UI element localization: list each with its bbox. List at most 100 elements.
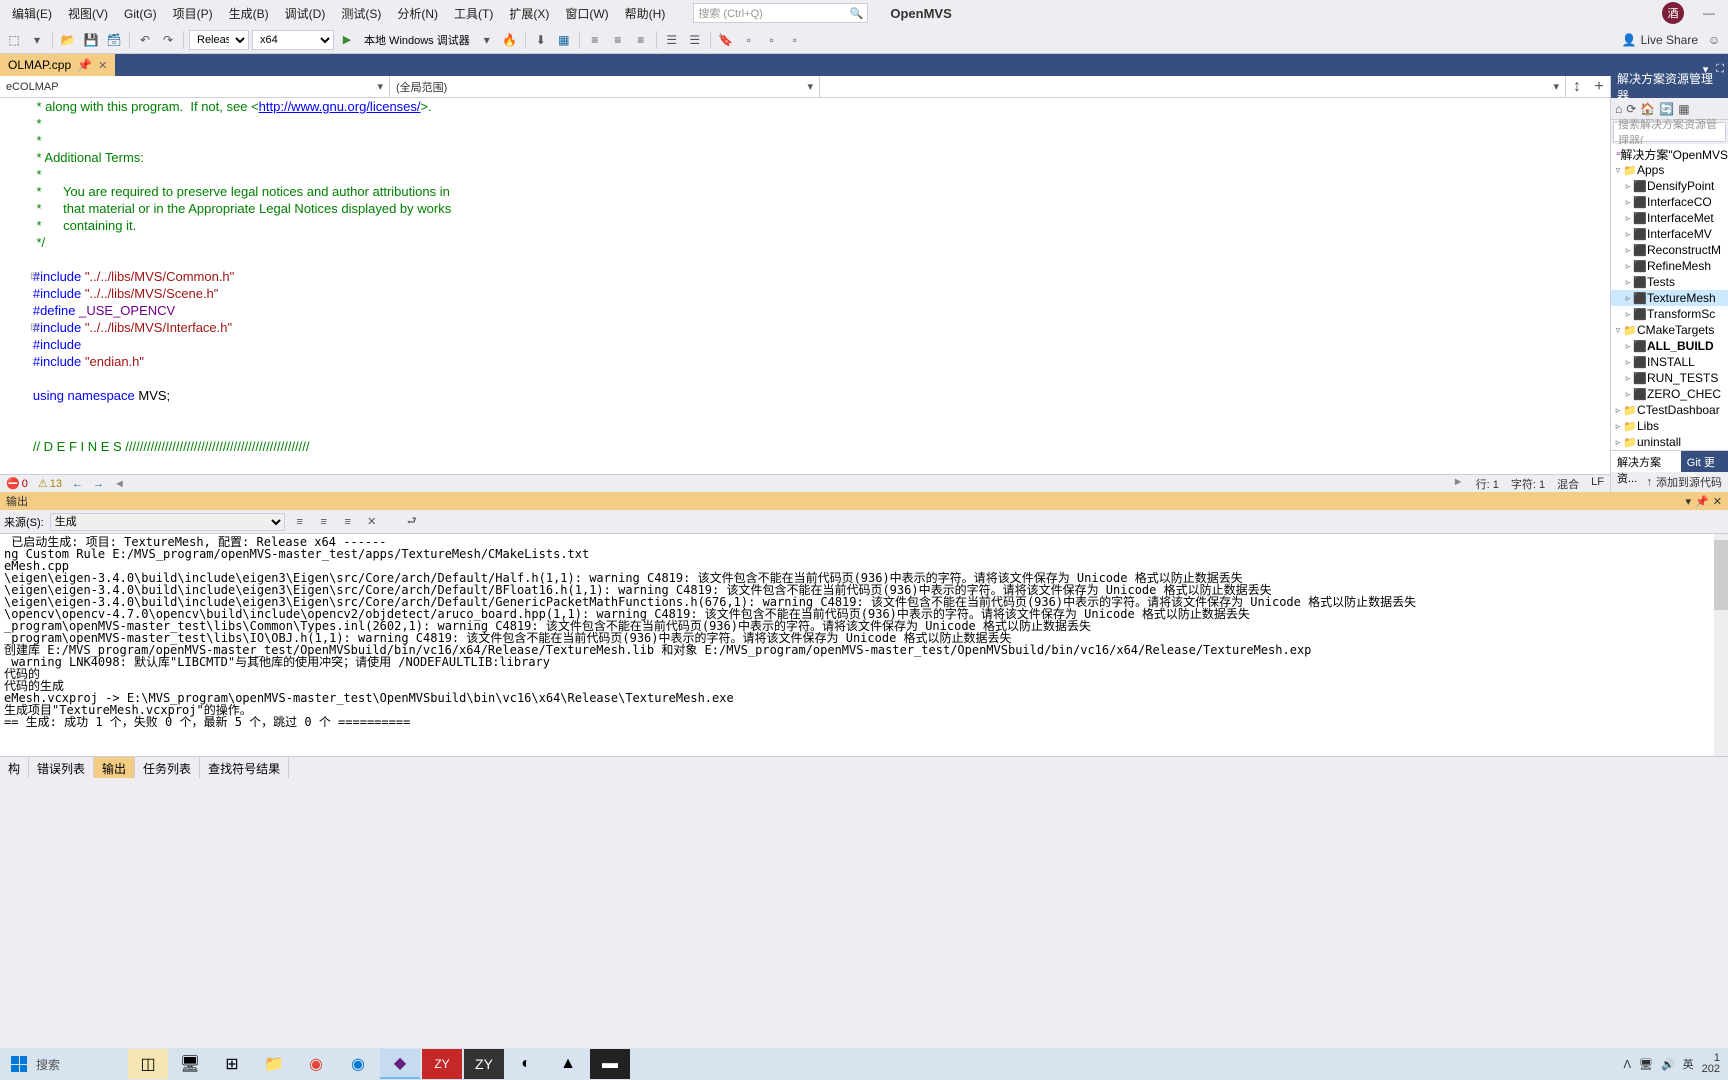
tree-node[interactable]: ▿📁CMakeTargets [1611,322,1728,338]
add-to-source-control[interactable]: ↑ 添加到源代码 [1611,472,1728,492]
ime-indicator[interactable]: 英 [1683,1056,1694,1072]
tree-node[interactable]: ▹⬛TextureMesh [1611,290,1728,306]
add-icon[interactable]: + [1588,76,1610,97]
output-text[interactable]: 已启动生成: 项目: TextureMesh, 配置: Release x64 … [0,534,1728,756]
nav-icon[interactable]: ▫ [739,30,759,50]
open-icon[interactable]: 📂 [58,30,78,50]
outdent-icon[interactable]: ≡ [608,30,628,50]
config-select[interactable]: Release [189,30,249,50]
redo-icon[interactable]: ↷ [158,30,178,50]
solution-tree[interactable]: ▫解决方案"OpenMVS▿📁Apps▹⬛DensifyPoint▹⬛Inter… [1611,144,1728,450]
menu-item[interactable]: 编辑(E) [4,4,60,24]
indent-mode[interactable]: 混合 [1557,476,1579,492]
next-icon[interactable]: ≡ [339,516,357,528]
tree-node[interactable]: ▹⬛InterfaceMet [1611,210,1728,226]
terminal-icon[interactable]: ▬ [590,1049,630,1079]
taskbar-app[interactable]: ▲ [548,1049,588,1079]
taskbar-app[interactable]: 🖥 [170,1049,210,1079]
task-view-icon[interactable]: ◫ [128,1049,168,1079]
menu-item[interactable]: Git(G) [116,4,165,24]
solution-search-input[interactable]: 搜索解决方案资源管理器( [1613,122,1726,142]
fmt-icon[interactable]: ☰ [662,30,682,50]
taskbar-search[interactable]: 搜索 [36,1056,126,1073]
bottom-tab[interactable]: 任务列表 [135,757,200,778]
back-icon[interactable]: ⬚ [4,30,24,50]
tree-node[interactable]: ▹⬛RefineMesh [1611,258,1728,274]
tree-node[interactable]: ▹⬛Tests [1611,274,1728,290]
tree-node[interactable]: ▹⬛INSTALL [1611,354,1728,370]
tree-node[interactable]: ▫解决方案"OpenMVS [1611,146,1728,162]
code-area[interactable]: * along with this program. If not, see <… [0,98,1610,474]
save-icon[interactable]: 💾 [81,30,101,50]
platform-select[interactable]: x64 [252,30,334,50]
refresh-icon[interactable]: ⟳ [1626,102,1636,116]
bookmark-icon[interactable]: 🔖 [716,30,736,50]
tree-node[interactable]: ▹⬛ALL_BUILD [1611,338,1728,354]
indent-icon[interactable]: ≡ [585,30,605,50]
nav-scope-select[interactable]: eCOLMAP▾ [0,76,390,97]
nav3-icon[interactable]: ▫ [785,30,805,50]
minimize-button[interactable]: — [1694,6,1724,20]
menu-item[interactable]: 分析(N) [389,4,446,24]
taskbar-app[interactable]: ZY [422,1049,462,1079]
eol-mode[interactable]: LF [1591,476,1604,492]
tree-node[interactable]: ▹⬛ZERO_CHEC [1611,386,1728,402]
menu-item[interactable]: 视图(V) [60,4,116,24]
pin-icon[interactable]: 📌 [1695,495,1709,508]
step-icon[interactable]: ⬇ [531,30,551,50]
show-all-icon[interactable]: ▦ [1678,102,1689,116]
home-icon[interactable]: ⌂ [1615,102,1622,116]
tab-git-changes[interactable]: Git 更改 [1681,451,1728,472]
wrap-icon[interactable]: ⮐ [403,512,421,531]
tree-node[interactable]: ▹⬛ReconstructM [1611,242,1728,258]
nav-back-icon[interactable]: ← [72,478,83,490]
menu-item[interactable]: 生成(B) [221,4,277,24]
menu-item[interactable]: 窗口(W) [557,4,616,24]
goto-icon[interactable]: ≡ [291,516,309,528]
undo-icon[interactable]: ↶ [135,30,155,50]
tray-expand-icon[interactable]: ᐱ [1623,1058,1631,1071]
comment-icon[interactable]: ≡ [631,30,651,50]
output-source-select[interactable]: 生成 [50,513,285,531]
file-explorer-icon[interactable]: 📁 [254,1049,294,1079]
home2-icon[interactable]: 🏠 [1640,102,1655,116]
dropdown-icon[interactable]: ▾ [1686,495,1692,508]
menu-item[interactable]: 测试(S) [333,4,389,24]
tree-node[interactable]: ▹📁CTestDashboar [1611,402,1728,418]
close-icon[interactable]: ✕ [98,59,107,72]
clock[interactable]: 1202 [1702,1053,1720,1075]
volume-icon[interactable]: 🔊 [1661,1058,1675,1071]
close-icon[interactable]: ✕ [1713,495,1722,508]
build-icon[interactable]: 🔥 [500,30,520,50]
warning-count[interactable]: ⚠ 13 [38,477,62,490]
nav-function-select[interactable]: ▾ [820,76,1566,97]
bottom-tab[interactable]: 错误列表 [29,757,94,778]
menu-item[interactable]: 项目(P) [165,4,221,24]
fmt2-icon[interactable]: ☰ [685,30,705,50]
nav-fwd-icon[interactable]: → [93,478,104,490]
tab-solution-explorer[interactable]: 解决方案资... [1611,451,1681,472]
scroll-left-icon[interactable]: ◄ [114,478,125,490]
save-all-icon[interactable]: 🗃 [104,30,124,50]
new-icon[interactable]: ▾ [27,30,47,50]
menu-item[interactable]: 扩展(X) [501,4,557,24]
tab-colmap-cpp[interactable]: OLMAP.cpp 📌 ✕ [0,54,115,76]
feedback-icon[interactable]: ☺ [1704,30,1724,50]
global-search-input[interactable]: 搜索 (Ctrl+Q) 🔍 [693,3,868,23]
prev-icon[interactable]: ≡ [315,516,333,528]
tree-node[interactable]: ▹📁uninstall [1611,434,1728,450]
edge-icon[interactable]: ◉ [338,1049,378,1079]
taskbar-app[interactable]: ZY [464,1049,504,1079]
bottom-tab[interactable]: 输出 [94,757,135,778]
chrome-icon[interactable]: ◉ [296,1049,336,1079]
split-icon[interactable]: ↕ [1566,76,1588,97]
pin-icon[interactable]: 📌 [77,58,92,72]
start-button[interactable] [4,1050,34,1078]
tree-node[interactable]: ▹⬛InterfaceCO [1611,194,1728,210]
menu-item[interactable]: 帮助(H) [617,4,674,24]
tree-node[interactable]: ▹⬛TransformSc [1611,306,1728,322]
tools-icon[interactable]: ▦ [554,30,574,50]
dropdown-icon[interactable]: ▾ [477,30,497,50]
tree-node[interactable]: ▹⬛InterfaceMV [1611,226,1728,242]
taskbar-app[interactable]: ⊞ [212,1049,252,1079]
